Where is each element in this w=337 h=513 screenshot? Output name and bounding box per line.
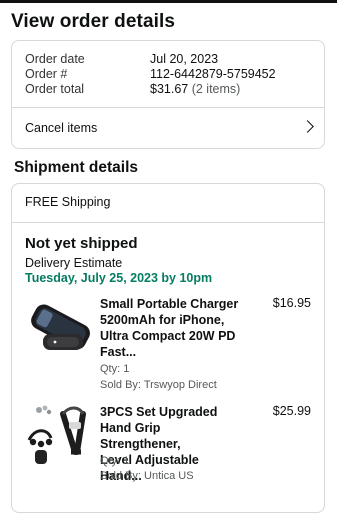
order-number-label: Order # <box>25 67 68 81</box>
item-title-line: 3PCS Set Upgraded <box>100 405 218 419</box>
cancel-items-row[interactable]: Cancel items <box>12 108 324 149</box>
item-qty: Qty: 1 <box>100 363 130 375</box>
shipment-section-title: Shipment details <box>14 159 139 176</box>
order-total-value: $31.67 <box>150 82 189 96</box>
top-bar <box>0 0 337 3</box>
item-price: $25.99 <box>272 404 311 418</box>
hand-grip-image[interactable] <box>25 402 97 474</box>
item-title-line: Small Portable Charger <box>100 297 239 311</box>
chevron-right-icon <box>301 120 314 133</box>
item-seller: Sold By: Untica US <box>100 470 194 482</box>
order-date-label: Order date <box>25 52 85 66</box>
shipment-status: Not yet shipped <box>25 235 138 252</box>
order-summary-card: Order date Jul 20, 2023 Order # 112-6442… <box>11 40 325 149</box>
shipment-card: FREE Shipping Not yet shipped Delivery E… <box>11 183 325 513</box>
item-title-line: 5200mAh for iPhone, <box>100 313 225 327</box>
item-seller: Sold By: Trswyop Direct <box>100 379 217 391</box>
page-title: View order details <box>11 11 176 32</box>
order-date-value: Jul 20, 2023 <box>150 52 219 66</box>
item-title[interactable]: Small Portable Charger 5200mAh for iPhon… <box>100 296 240 360</box>
order-number-value: 112-6442879-5759452 <box>150 67 276 81</box>
delivery-estimate-label: Delivery Estimate <box>25 256 123 270</box>
order-total-label: Order total <box>25 82 85 96</box>
item-title-line: Ultra Compact 20W PD <box>100 329 236 343</box>
portable-charger-image[interactable] <box>25 294 97 366</box>
item-title-line: Hand Grip Strengthener, <box>100 421 181 451</box>
item-qty: Qty: 1 <box>100 455 130 467</box>
card-divider <box>12 222 324 223</box>
order-total: $31.67 (2 items) <box>150 82 240 98</box>
delivery-estimate-date: Tuesday, July 25, 2023 by 10pm <box>25 271 213 285</box>
cancel-items-label: Cancel items <box>25 121 98 135</box>
order-total-items: (2 items) <box>191 82 241 96</box>
item-price: $16.95 <box>272 296 311 310</box>
shipping-method: FREE Shipping <box>25 195 111 209</box>
item-title-line: Fast... <box>100 345 137 359</box>
